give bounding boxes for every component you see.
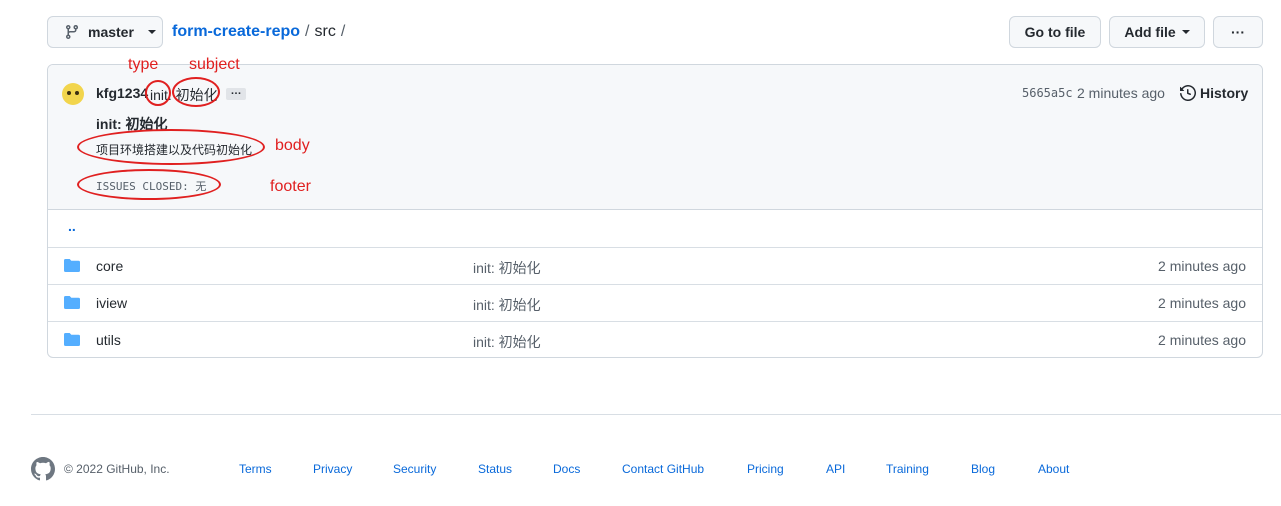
footer-link-api[interactable]: API [826, 462, 845, 476]
file-commit-message-link[interactable]: init: 初始化 [473, 295, 541, 315]
table-row: utils init: 初始化 2 minutes ago [48, 321, 1262, 357]
parent-directory-row[interactable]: .. [48, 210, 1262, 247]
chevron-down-icon [147, 30, 156, 34]
annotation-subject-label: subject [189, 56, 240, 73]
more-options-button[interactable]: ··· [1213, 16, 1263, 48]
file-name-link[interactable]: core [96, 258, 123, 274]
footer-link-privacy[interactable]: Privacy [313, 462, 352, 476]
file-commit-time: 2 minutes ago [1158, 332, 1246, 348]
footer-link-training[interactable]: Training [886, 462, 929, 476]
history-link[interactable]: History [1180, 85, 1248, 101]
avatar[interactable] [62, 83, 84, 105]
folder-icon [64, 259, 80, 272]
file-name-link[interactable]: iview [96, 295, 127, 311]
github-logo-icon[interactable] [31, 457, 55, 481]
add-file-button[interactable]: Add file [1109, 16, 1205, 48]
expand-commit-button[interactable]: … [226, 86, 246, 100]
breadcrumb-current-dir: src [314, 23, 336, 40]
annotation-body-label: body [275, 137, 310, 154]
branch-name: master [88, 24, 134, 40]
add-file-label: Add file [1124, 24, 1176, 40]
file-commit-time: 2 minutes ago [1158, 258, 1246, 274]
branch-select-button[interactable]: master [47, 16, 163, 48]
annotation-body-circle [77, 129, 265, 165]
file-browser-box: kfg1234 init: 初始化 … 5665a5c 2 minutes ag… [47, 64, 1263, 358]
git-branch-icon [65, 25, 78, 40]
footer-copyright: © 2022 GitHub, Inc. [64, 462, 170, 476]
commit-time: 2 minutes ago [1077, 85, 1165, 101]
breadcrumb-repo-link[interactable]: form-create-repo [172, 23, 300, 41]
file-commit-message-link[interactable]: init: 初始化 [473, 258, 541, 278]
file-commit-time: 2 minutes ago [1158, 295, 1246, 311]
table-row: core init: 初始化 2 minutes ago [48, 247, 1262, 284]
history-label: History [1200, 85, 1249, 101]
breadcrumb-separator: / [305, 23, 310, 40]
annotation-type-label: type [128, 56, 159, 73]
folder-icon [64, 333, 80, 346]
repo-navigation-bar: master form-create-repo / src / Go to fi… [47, 16, 1263, 48]
footer-link-status[interactable]: Status [478, 462, 512, 476]
commit-sha-link[interactable]: 5665a5c [1022, 86, 1073, 100]
table-row: iview init: 初始化 2 minutes ago [48, 284, 1262, 321]
annotation-footer-circle [77, 169, 221, 200]
footer-link-blog[interactable]: Blog [971, 462, 995, 476]
breadcrumb: form-create-repo / src / [172, 16, 350, 48]
go-to-file-button[interactable]: Go to file [1009, 16, 1101, 48]
footer-link-pricing[interactable]: Pricing [747, 462, 784, 476]
file-commit-message-link[interactable]: init: 初始化 [473, 332, 541, 352]
footer-link-security[interactable]: Security [393, 462, 436, 476]
annotation-subject-circle [172, 77, 220, 107]
footer-link-about[interactable]: About [1038, 462, 1069, 476]
folder-icon [64, 296, 80, 309]
history-icon [1180, 85, 1196, 101]
footer-link-contact[interactable]: Contact GitHub [622, 462, 704, 476]
parent-directory-link[interactable]: .. [68, 218, 76, 234]
footer-link-terms[interactable]: Terms [239, 462, 272, 476]
annotation-type-circle [145, 80, 171, 106]
footer-link-docs[interactable]: Docs [553, 462, 580, 476]
annotation-footer-label: footer [270, 178, 311, 195]
breadcrumb-separator: / [340, 23, 346, 40]
file-name-link[interactable]: utils [96, 332, 121, 348]
chevron-down-icon [1181, 30, 1190, 34]
commit-author-link[interactable]: kfg1234 [96, 85, 148, 101]
footer-divider [31, 414, 1281, 415]
